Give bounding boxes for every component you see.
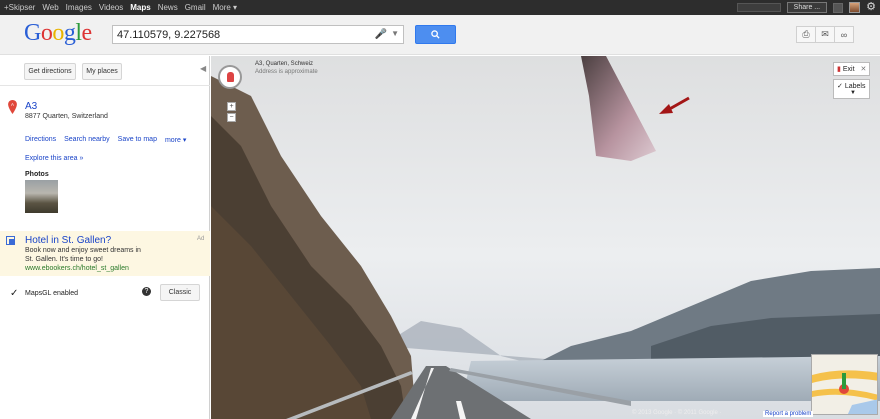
my-places-button[interactable]: My places	[82, 63, 122, 80]
place-title[interactable]: A3	[25, 101, 37, 112]
collapse-panel-icon[interactable]: ◀	[200, 64, 206, 73]
map-marker-icon: A	[8, 100, 17, 114]
close-icon[interactable]: ✕	[861, 65, 867, 73]
photos-label: Photos	[25, 171, 49, 178]
place-address: 8877 Quarten, Switzerland	[25, 113, 108, 120]
directions-link[interactable]: Directions	[25, 136, 56, 144]
microphone-icon[interactable]: 🎤	[375, 29, 387, 40]
labels-button[interactable]: ✓ Labels ▼	[833, 79, 870, 99]
search-input[interactable]: 47.110579, 9.227568 🎤 ▼	[112, 25, 404, 44]
compass-control[interactable]	[218, 65, 242, 89]
street-view-scene	[211, 56, 880, 419]
svg-text:A: A	[11, 102, 14, 107]
mapsgl-label: MapsGL enabled	[25, 290, 79, 297]
divider	[0, 85, 210, 86]
checkmark-icon: ✓	[10, 288, 19, 299]
ad-badge: Ad	[197, 236, 205, 242]
more-link[interactable]: more ▾	[165, 136, 186, 144]
zoom-in-button[interactable]: +	[227, 102, 236, 111]
minimap-map	[812, 355, 877, 414]
exit-label: Exit	[842, 65, 855, 73]
link-icon[interactable]: ∞	[834, 26, 854, 43]
gbar-item-videos[interactable]: Videos	[99, 3, 123, 12]
gbar-item-web[interactable]: Web	[42, 3, 58, 12]
maps-header: Google 47.110579, 9.227568 🎤 ▼ ⎙ ✉ ∞	[0, 15, 880, 55]
exit-button[interactable]: ▮ Exit ✕	[833, 62, 870, 76]
exit-pegman-icon: ▮	[837, 66, 841, 73]
ad-icon	[6, 236, 15, 245]
classic-button[interactable]: Classic	[160, 284, 200, 301]
report-problem-link[interactable]: Report a problem	[763, 411, 814, 417]
gbar-notification-field[interactable]	[736, 3, 781, 12]
gbar-right: Share ... ⚙	[736, 0, 876, 15]
checkmark-icon: ✓	[837, 83, 843, 90]
chevron-down-icon[interactable]: ▼	[391, 29, 399, 38]
zoom-out-button[interactable]: −	[227, 113, 236, 122]
search-button[interactable]	[415, 25, 456, 44]
ad-title[interactable]: Hotel in St. Gallen?	[25, 235, 111, 246]
streetview-location-note: Address is approximate	[255, 69, 318, 75]
ad-box: Hotel in St. Gallen? Book now and enjoy …	[0, 231, 210, 276]
print-icon[interactable]: ⎙	[796, 26, 816, 43]
street-view[interactable]: A3, Quarten, Schweiz Address is approxim…	[211, 56, 880, 419]
photo-thumbnail[interactable]	[25, 180, 58, 213]
labels-label: Labels	[844, 83, 866, 90]
gbar-item-images[interactable]: Images	[66, 3, 92, 12]
ad-url[interactable]: www.ebookers.ch/hotel_st_gallen	[25, 265, 129, 272]
pegman-icon[interactable]	[227, 72, 234, 82]
place-actions: Directions Search nearby Save to map mor…	[25, 136, 186, 144]
copyright-text: © 2013 Google · © 2011 Google ·	[632, 410, 722, 416]
google-bar: +Skipser Web Images Videos Maps News Gma…	[0, 0, 880, 15]
ad-text-line: Book now and enjoy sweet dreams in	[25, 247, 141, 254]
get-directions-button[interactable]: Get directions	[24, 63, 76, 80]
google-bar-nav: +Skipser Web Images Videos Maps News Gma…	[0, 3, 244, 12]
gear-icon[interactable]: ⚙	[866, 2, 876, 13]
email-icon[interactable]: ✉	[815, 26, 835, 43]
search-icon	[431, 30, 440, 39]
gbar-item-news[interactable]: News	[158, 3, 178, 12]
gbar-item-skipser[interactable]: +Skipser	[4, 3, 35, 12]
streetview-location: A3, Quarten, Schweiz	[255, 61, 314, 67]
gbar-item-maps[interactable]: Maps	[130, 3, 150, 12]
help-icon[interactable]: ?	[142, 287, 151, 296]
save-to-map-link[interactable]: Save to map	[118, 136, 157, 144]
gbar-item-gmail[interactable]: Gmail	[185, 3, 206, 12]
header-tools: ⎙ ✉ ∞	[796, 26, 854, 43]
google-logo[interactable]: Google	[24, 20, 92, 47]
ad-text-line: St. Gallen. It's time to go!	[25, 256, 103, 263]
search-input-value: 47.110579, 9.227568	[117, 28, 221, 41]
minimap[interactable]	[811, 354, 878, 415]
avatar[interactable]	[849, 2, 861, 13]
chevron-down-icon: ▼	[850, 90, 856, 96]
explore-area-link[interactable]: Explore this area »	[25, 155, 83, 162]
share-button[interactable]: Share ...	[786, 2, 828, 13]
search-nearby-link[interactable]: Search nearby	[64, 136, 110, 144]
notifications-button[interactable]	[833, 2, 844, 13]
left-panel: Get directions My places ◀ A A3 8877 Qua…	[0, 56, 210, 419]
gbar-item-more[interactable]: More ▾	[213, 3, 237, 12]
